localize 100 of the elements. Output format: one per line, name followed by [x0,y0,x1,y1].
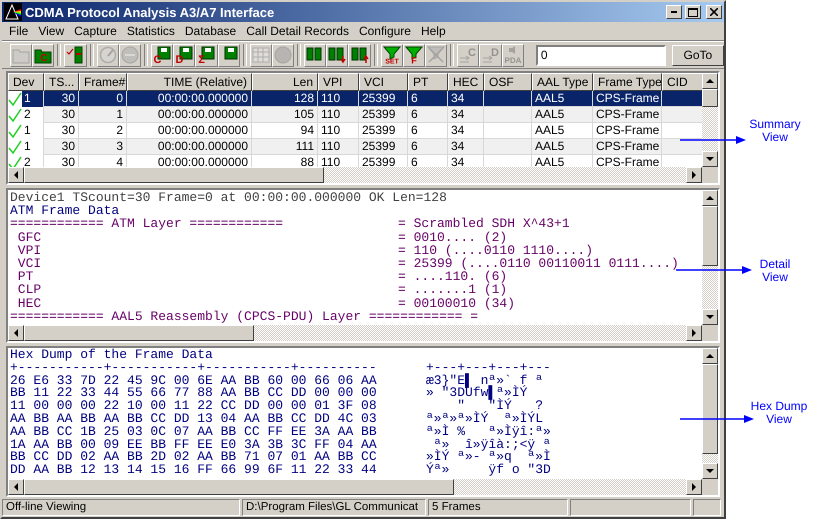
scroll-thumb[interactable] [702,89,718,107]
column-header[interactable]: AAL Type [532,73,593,91]
scroll-thumb[interactable] [24,479,454,495]
minimize-icon [671,11,677,13]
scrollbar-corner [702,167,718,183]
minimize-button[interactable] [666,5,682,19]
table-cell-text: 1 [23,123,32,139]
goto-button[interactable]: GoTo [672,44,724,66]
scroll-up-button[interactable] [702,348,718,364]
hex-bytes: 26 E6 33 7D 22 45 9C 00 6E AA BB 60 00 66 06 AA [10,374,378,388]
down-arrow-icon [706,314,714,320]
scroll-thumb[interactable] [24,167,324,183]
hex-bytes: AA BB CC 1B 25 03 0C 07 AA BB CC FF EE 3A AA BB [10,426,378,439]
column-header[interactable]: Frame# [79,73,127,91]
horizontal-scrollbar[interactable] [8,325,702,341]
hex-bytes: BB CC DD 02 AA BB 2D 02 AA BB 71 07 01 AA BB CC [10,451,378,464]
scroll-thumb[interactable] [702,364,718,454]
scroll-thumb[interactable] [702,206,718,266]
close-button[interactable] [706,5,722,19]
right-arrow-icon [691,171,697,179]
checklist-icon [66,46,84,64]
frame-number-field[interactable]: 0 [536,44,666,66]
field-name: VCI [16,256,42,270]
column-header[interactable]: PT [408,73,448,91]
scroll-up-button[interactable] [702,190,718,206]
table-row[interactable]: 1 30 3 00:00:00.000000 111 110 25399 6 34 AAL5 CPS-Frame [8,139,702,155]
menu-item[interactable]: Statistics [122,23,180,39]
window-title: CDMA Protocol Analysis A3/A7 Interface [25,4,276,20]
stop-icon [120,46,139,64]
column-header[interactable]: CID [662,73,702,91]
toolbar-button[interactable] [326,44,348,66]
menu-item[interactable]: File [4,23,34,39]
table-cell-text: 2 [23,107,32,123]
column-header[interactable]: OSF [484,73,532,91]
column-header[interactable]: TS... [44,73,79,91]
scroll-thumb[interactable] [24,325,254,341]
down-arrow-icon [706,156,714,162]
scrollbar-corner [702,479,718,495]
scroll-down-button[interactable] [702,463,718,479]
up-arrow-icon [706,195,714,201]
table-row[interactable]: 2 30 1 00:00:00.000000 105 110 25399 6 34 AAL5 CPS-Frame [8,107,702,123]
toolbar-button[interactable] [304,44,326,66]
hex-bytes: 11 00 00 00 22 10 00 11 22 CC DD 00 00 01 3F 08 [10,400,378,413]
pointer-arrow [680,136,746,144]
annotation-label: Hex Dump View [750,400,808,426]
horizontal-scrollbar[interactable] [8,167,702,183]
scroll-left-button[interactable] [8,167,24,183]
status-text: 5 Frames [428,498,568,516]
column-header[interactable]: Frame Type [593,73,662,91]
scroll-right-button[interactable] [686,167,702,183]
column-header[interactable]: Dev [8,73,44,91]
field-value: = 25399 (....0110 00110011 0111....) [398,256,679,270]
menu-item[interactable]: Call Detail Records [241,23,354,39]
menu-item[interactable]: View [33,23,70,39]
scrollbar-corner [702,325,718,341]
section-heading: ATM Frame Data [10,204,120,218]
scroll-down-button[interactable] [702,151,718,167]
menu-item[interactable]: Database [180,23,242,39]
maximize-button[interactable] [685,5,701,19]
toolbar-button[interactable] [348,44,371,66]
column-header[interactable]: TIME (Relative) [127,73,252,91]
column-header[interactable]: HEC [448,73,484,91]
status-text: Off-line Viewing [2,498,240,516]
vertical-scrollbar[interactable] [702,73,718,167]
column-header[interactable]: Len [252,73,318,91]
table-row[interactable]: 1 30 0 00:00:00.000000 128 110 25399 6 34 AAL5 CPS-Frame [8,91,702,107]
toolbar-button[interactable] [218,44,240,66]
binoculars-icon [350,46,369,64]
column-header[interactable]: VCI [359,73,408,91]
right-arrow-icon [691,483,697,491]
scroll-right-button[interactable] [686,479,702,495]
hex-dump-title: Hex Dump of the Frame Data [10,349,214,362]
ascii-text: Ýª» ÿf o "3D [426,464,552,477]
detail-line: Device1 TScount=30 Frame=0 at 00:00:00.000000 OK Len=128 [10,191,447,204]
field-name: HEC [16,296,42,310]
detail-line: ============ AAL5 Reassembly (CPCS-PDU) Layer ============ = [10,310,478,323]
scroll-up-button[interactable] [702,73,718,89]
vertical-scrollbar[interactable] [702,190,718,325]
hex-bytes: BB 11 22 33 44 55 66 77 88 AA BB CC DD 00 00 00 [10,387,378,400]
column-header[interactable]: VPI [318,73,359,91]
horizontal-scrollbar[interactable] [8,479,702,495]
menu-item[interactable]: Configure [354,23,416,39]
table-row[interactable]: 1 30 2 00:00:00.000000 94 110 25399 6 34 AAL5 CPS-Frame [8,123,702,139]
binoculars-icon [328,46,346,64]
annotation-label: Summary View [748,118,802,144]
toolbar-button[interactable] [64,44,87,66]
scroll-down-button[interactable] [702,309,718,325]
menu-item[interactable]: Capture [69,23,122,39]
field-value: = 00100010 (34) [398,296,516,310]
menu-item[interactable]: Help [416,23,451,39]
maximize-icon [688,8,698,16]
scroll-left-button[interactable] [8,325,24,341]
scroll-right-button[interactable] [686,325,702,341]
filter-icon [427,46,446,64]
left-arrow-icon [13,171,19,179]
field-value: = Scrambled SDH X^43+1 [398,217,570,231]
scroll-left-button[interactable] [8,479,24,495]
field-name: VPI [16,244,42,257]
down-arrow-icon [706,468,714,474]
vertical-scrollbar[interactable] [702,348,718,479]
